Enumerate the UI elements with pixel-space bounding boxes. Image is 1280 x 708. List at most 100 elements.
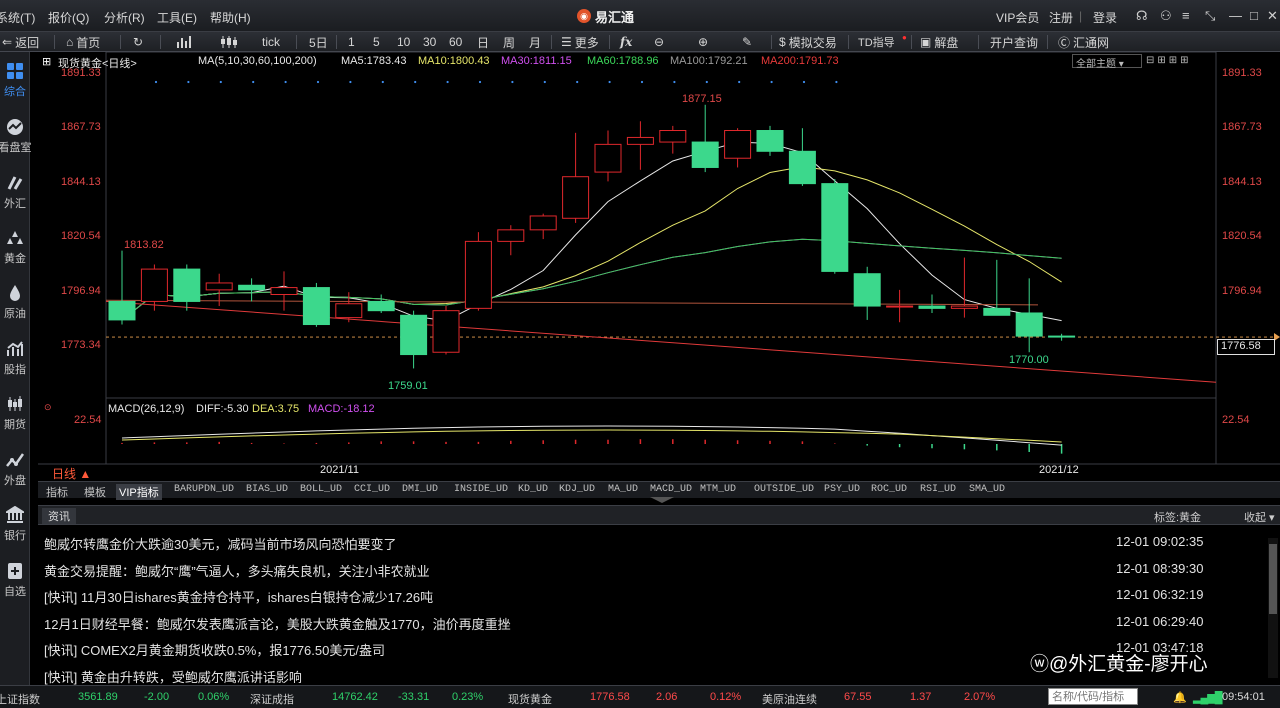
indicator-tab[interactable]: VIP指标 [116, 484, 162, 500]
indicator-tab[interactable]: SMA_UD [969, 484, 1005, 495]
news-item[interactable]: 12月1日财经早餐：鲍威尔发表鹰派言论，美股大跌黄金触及1770，油价再度重挫 1… [44, 608, 1270, 634]
sidebar-item-7[interactable]: 外盘 [0, 445, 30, 495]
indicator-tab[interactable]: OUTSIDE_UD [754, 484, 814, 495]
y-label-right: 1820.54 [1222, 230, 1262, 242]
analysis-button[interactable]: ▣ 解盘 [920, 34, 958, 50]
sidebar-item-8[interactable]: 银行 [0, 500, 30, 550]
layout-buttons[interactable]: ⊟⊞⊞⊞ [1146, 55, 1192, 66]
news-title: 12月1日财经早餐：鲍威尔发表鹰派言论，美股大跌黄金触及1770，油价再度重挫 [44, 616, 511, 632]
indicator-tab[interactable]: ROC_UD [871, 484, 907, 495]
period-month[interactable]: 月 [529, 34, 541, 50]
home-button[interactable]: ⌂ 首页 [66, 34, 100, 50]
sidebar-item-2[interactable]: 外汇 [0, 168, 30, 218]
user-icon[interactable]: ⚇ [1160, 8, 1172, 24]
ticker-name[interactable]: 美原油连续 [762, 691, 817, 707]
indicator-tab[interactable]: DMI_UD [402, 484, 438, 495]
period-1min[interactable]: 1 [348, 34, 355, 50]
shrink-icon[interactable]: ⤡ [1205, 8, 1215, 24]
ticker-chg: -2.00 [144, 691, 170, 703]
more-button[interactable]: ☰ 更多 [561, 34, 599, 50]
tick-button[interactable]: tick [262, 34, 280, 50]
period-10min[interactable]: 10 [397, 34, 410, 50]
refresh-button[interactable]: ↻ [133, 34, 143, 50]
indicator-tab[interactable]: BIAS_UD [246, 484, 288, 495]
headset-icon[interactable]: ☊ [1136, 8, 1148, 24]
vip-member-link[interactable]: VIP会员 [996, 9, 1039, 26]
indicator-tab[interactable]: KDJ_UD [559, 484, 595, 495]
register-link[interactable]: 注册 [1049, 9, 1073, 26]
five-day-button[interactable]: 5日 [309, 34, 328, 50]
menu-help[interactable]: 帮助(H) [210, 9, 251, 26]
huitong-button[interactable]: Ⓒ 汇通网 [1058, 34, 1109, 50]
zoom-in-button[interactable]: ⊕ [698, 34, 708, 50]
indicator-tab[interactable]: 模板 [84, 484, 106, 500]
menu-quote[interactable]: 报价(Q) [48, 9, 89, 26]
news-scrollbar[interactable] [1268, 538, 1278, 678]
y-label-left: 1796.94 [61, 285, 101, 297]
sidebar-item-4[interactable]: 原油 [0, 278, 30, 328]
td-index-button[interactable]: TD指导 [858, 34, 895, 50]
menu-tools[interactable]: 工具(E) [157, 9, 197, 26]
splitter-handle-icon[interactable] [650, 497, 674, 503]
period-5min[interactable]: 5 [373, 34, 380, 50]
bar-chart-button[interactable] [176, 34, 194, 50]
login-link[interactable]: 登录 [1093, 9, 1117, 26]
period-day[interactable]: 日 [477, 34, 489, 50]
bell-icon[interactable]: 🔔 [1173, 691, 1187, 704]
sidebar-item-5[interactable]: 股指 [0, 334, 30, 384]
macd-settings-icon[interactable]: ⊙ [44, 402, 52, 413]
indicator-tab[interactable]: 指标 [46, 484, 68, 500]
sidebar-item-1[interactable]: 看盘室 [0, 112, 32, 162]
indicator-tab[interactable]: MTM_UD [700, 484, 736, 495]
news-item[interactable]: [快讯] 11月30日ishares黄金持仓持平，ishares白银持仓减少17… [44, 581, 1270, 607]
minimize-icon[interactable]: — [1229, 8, 1242, 23]
search-input[interactable] [1048, 688, 1138, 705]
maximize-icon[interactable]: □ [1250, 8, 1258, 23]
ticker-name[interactable]: 现货黄金 [508, 691, 552, 707]
sidebar-item-6[interactable]: 期货 [0, 389, 30, 439]
chart-collapse-icon[interactable]: ⊞ [42, 55, 51, 68]
news-panel: 资讯 标签:黄金 收起 ▾ 鲍威尔转鹰金价大跌逾30美元，减码当前市场风向恐怕要… [38, 505, 1280, 685]
theme-select[interactable]: 全部主题 ▾ [1072, 54, 1142, 70]
period-week[interactable]: 周 [503, 34, 515, 50]
zoom-out-button[interactable]: ⊖ [654, 34, 664, 50]
formula-button[interactable]: fx [620, 34, 632, 50]
candle-up [886, 305, 914, 308]
indicator-tab[interactable]: BOLL_UD [300, 484, 342, 495]
news-item[interactable]: 鲍威尔转鹰金价大跌逾30美元，减码当前市场风向恐怕要变了 12-01 09:02:… [44, 528, 1270, 554]
close-icon[interactable]: ✕ [1267, 8, 1278, 24]
menu-system[interactable]: 系统(T) [0, 9, 35, 26]
indicator-tab[interactable]: MACD_UD [650, 484, 692, 495]
indicator-tab[interactable]: PSY_UD [824, 484, 860, 495]
sim-trade-button[interactable]: $ 模拟交易 [779, 34, 837, 50]
news-item[interactable]: 黄金交易提醒：鲍威尔“鹰”气逼人，多头痛失良机，关注小非农就业 12-01 08:… [44, 555, 1270, 581]
menu-analysis[interactable]: 分析(R) [104, 9, 145, 26]
ticker-name[interactable]: 深证成指 [250, 691, 294, 707]
draw-button[interactable]: ✎ [742, 34, 752, 50]
candle-down [1048, 335, 1076, 338]
indicator-tab[interactable]: BARUPDN_UD [174, 484, 234, 495]
collapse-button[interactable]: 收起 ▾ [1244, 509, 1275, 525]
back-button[interactable]: ⇐ 返回 [2, 34, 39, 50]
ticker-chg: -33.31 [398, 691, 430, 703]
ma100-line [105, 299, 1039, 306]
period-30min[interactable]: 30 [423, 34, 436, 50]
open-account-button[interactable]: 开户查询 [990, 34, 1038, 50]
indicator-tab[interactable]: KD_UD [518, 484, 548, 495]
indicator-tab[interactable]: RSI_UD [920, 484, 956, 495]
price-chart[interactable] [38, 51, 1280, 481]
ticker-name[interactable]: 上证指数 [0, 691, 40, 707]
menu-icon[interactable]: ≡ [1182, 8, 1190, 23]
sidebar-item-3[interactable]: 黄金 [0, 223, 30, 273]
period-60min[interactable]: 60 [449, 34, 462, 50]
indicator-tab[interactable]: MA_UD [608, 484, 638, 495]
news-tab[interactable]: 资讯 [42, 508, 76, 524]
candle-chart-button[interactable] [220, 34, 238, 50]
sidebar-item-9[interactable]: 自选 [0, 556, 30, 606]
period-indicator[interactable]: 日线 ▲ [52, 465, 91, 482]
indicator-tab[interactable]: INSIDE_UD [454, 484, 508, 495]
indicator-tab[interactable]: CCI_UD [354, 484, 390, 495]
ticker-price: 3561.89 [78, 691, 118, 703]
sidebar-item-0[interactable]: 综合 [0, 56, 30, 106]
sidebar-item-label: 自选 [4, 586, 26, 598]
